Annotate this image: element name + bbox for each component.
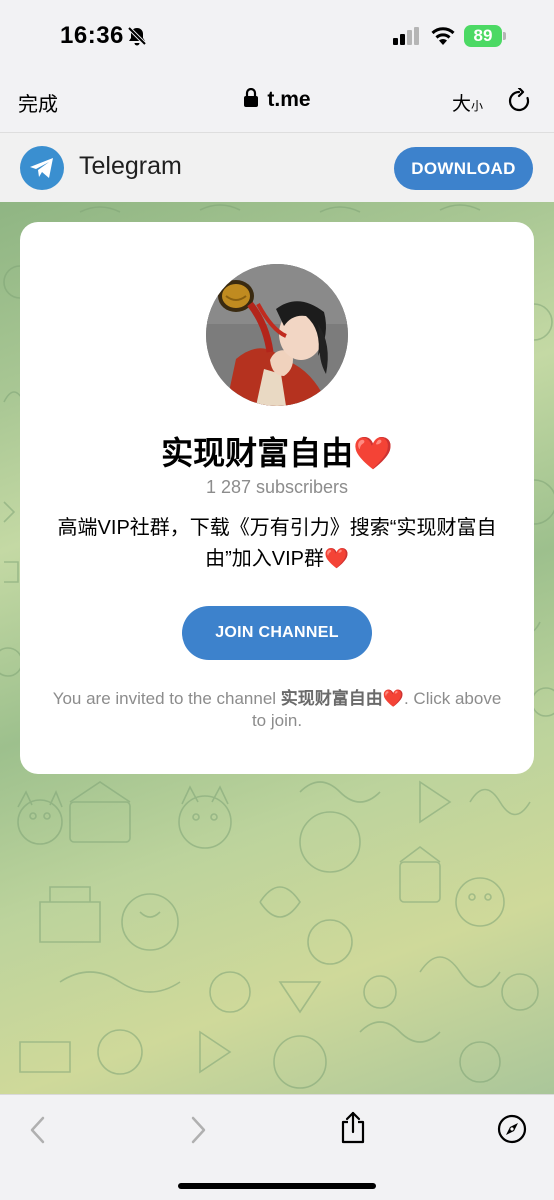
text-size-large: 大 [452, 94, 472, 115]
heart-icon: ❤️ [353, 435, 393, 471]
channel-card: 实现财富自由❤️ 1 287 subscribers 高端VIP社群，下载《万有… [20, 222, 534, 774]
description-line-2: 由”加入VIP群 [205, 548, 324, 570]
reload-icon[interactable] [507, 86, 531, 119]
channel-description: 高端VIP社群，下载《万有引力》搜索“实现财富自 由”加入VIP群❤️ [50, 513, 504, 575]
text-size-small: 小 [471, 99, 484, 113]
description-line-1: 高端VIP社群，下载《万有引力》搜索“实现财富自 [57, 517, 497, 539]
compass-icon[interactable] [497, 1114, 527, 1149]
channel-title-text: 实现财富自由 [161, 435, 354, 471]
channel-avatar [206, 264, 348, 406]
status-bar: 16:36 89 [0, 0, 554, 72]
telegram-header: Telegram DOWNLOAD [0, 132, 554, 202]
channel-title: 实现财富自由❤️ [20, 428, 534, 474]
url-text: t.me [267, 88, 311, 111]
bell-slash-icon [126, 25, 148, 52]
join-channel-button[interactable]: JOIN CHANNEL [182, 606, 372, 660]
status-time: 16:36 [60, 22, 124, 49]
share-icon[interactable] [339, 1111, 367, 1150]
cellular-signal-icon [393, 27, 421, 50]
invite-prefix: You are invited to the channel [52, 689, 281, 708]
lock-icon [243, 87, 259, 114]
battery-level: 89 [473, 26, 493, 45]
invite-channel-name: 实现财富自由 [280, 689, 383, 708]
home-indicator[interactable] [178, 1183, 376, 1189]
heart-icon: ❤️ [382, 689, 404, 708]
download-button[interactable]: DOWNLOAD [394, 147, 533, 190]
invite-note: You are invited to the channel 实现财富自由❤️.… [50, 688, 504, 732]
forward-icon[interactable] [188, 1115, 208, 1150]
telegram-logo-icon [20, 146, 64, 190]
battery-icon: 89 [464, 25, 506, 47]
subscriber-count: 1 287 subscribers [205, 477, 349, 497]
wifi-icon [430, 25, 456, 50]
browser-toolbar [0, 1094, 554, 1200]
text-size-button[interactable]: 大小 [452, 89, 483, 116]
back-icon[interactable] [28, 1115, 48, 1150]
heart-icon: ❤️ [324, 548, 349, 570]
telegram-title: Telegram [79, 152, 182, 180]
browser-address-bar: 完成 t.me 大小 [0, 72, 554, 132]
